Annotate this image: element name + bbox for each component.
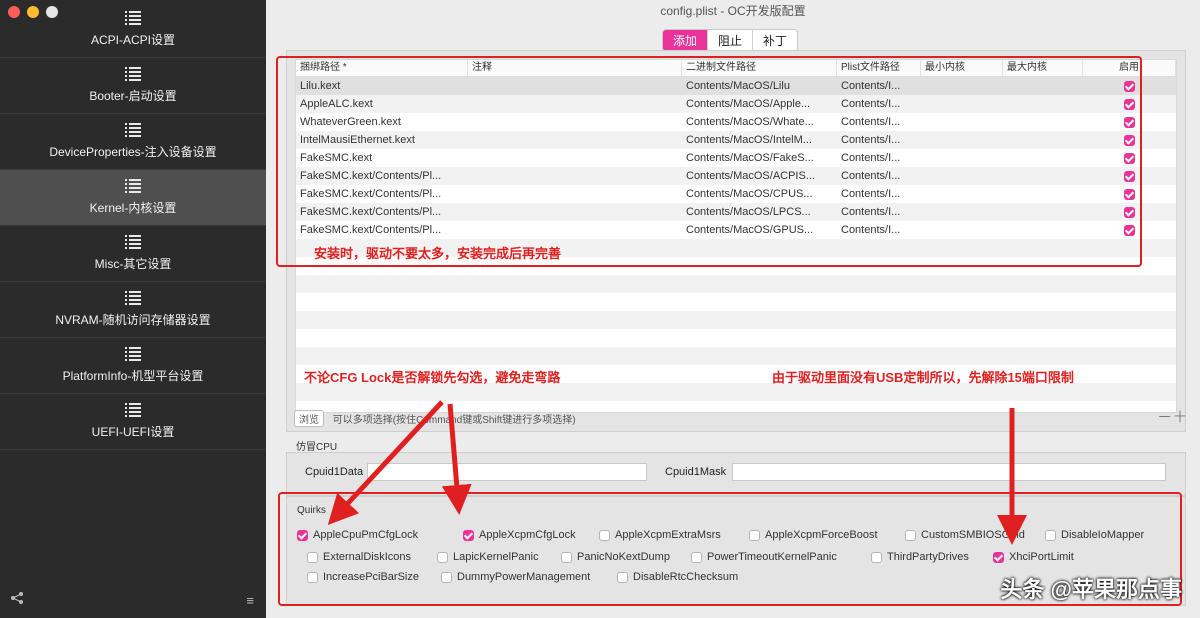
sidebar-item-label: PlatformInfo-机型平台设置 [62,369,204,383]
sidebar-item-label: Booter-启动设置 [89,89,177,103]
arrow-to-cpupm [327,400,444,525]
list-icon [125,347,141,361]
main-panel: config.plist - OC开发版配置 添加 阻止 补丁 捆绑路径 * 注释 二进… [266,0,1200,618]
sidebar-item-7[interactable]: UEFI-UEFI设置 [0,394,266,450]
settings-icon[interactable]: ≡ [246,593,254,608]
watermark: 头条 @苹果那点事 [1000,577,1182,602]
list-icon [125,123,141,137]
sidebar-item-label: ACPI-ACPI设置 [90,33,175,47]
list-icon [125,11,141,25]
sidebar-item-label: Kernel-内核设置 [89,201,177,215]
list-icon [125,67,141,81]
sidebar-item-3[interactable]: Kernel-内核设置 [0,170,266,226]
list-icon [125,403,141,417]
sidebar-item-label: DeviceProperties-注入设备设置 [49,145,217,159]
sidebar-item-4[interactable]: Misc-其它设置 [0,226,266,282]
sidebar-item-label: Misc-其它设置 [94,257,172,271]
list-icon [125,179,141,193]
list-icon [125,235,141,249]
list-icon [125,291,141,305]
annotation-arrows [327,400,1027,545]
sidebar-item-2[interactable]: DeviceProperties-注入设备设置 [0,114,266,170]
sidebar-item-6[interactable]: PlatformInfo-机型平台设置 [0,338,266,394]
sidebar-item-label: NVRAM-随机访问存储器设置 [55,313,211,327]
sidebar-item-0[interactable]: ACPI-ACPI设置 [0,2,266,58]
sidebar: ACPI-ACPI设置 Booter-启动设置 DeviceProperties-注… [0,0,266,618]
sidebar-item-5[interactable]: NVRAM-随机访问存储器设置 [0,282,266,338]
sidebar-item-1[interactable]: Booter-启动设置 [0,58,266,114]
arrow-to-xcpm [441,403,472,515]
share-icon[interactable] [10,591,24,608]
sidebar-item-label: UEFI-UEFI设置 [91,425,175,439]
